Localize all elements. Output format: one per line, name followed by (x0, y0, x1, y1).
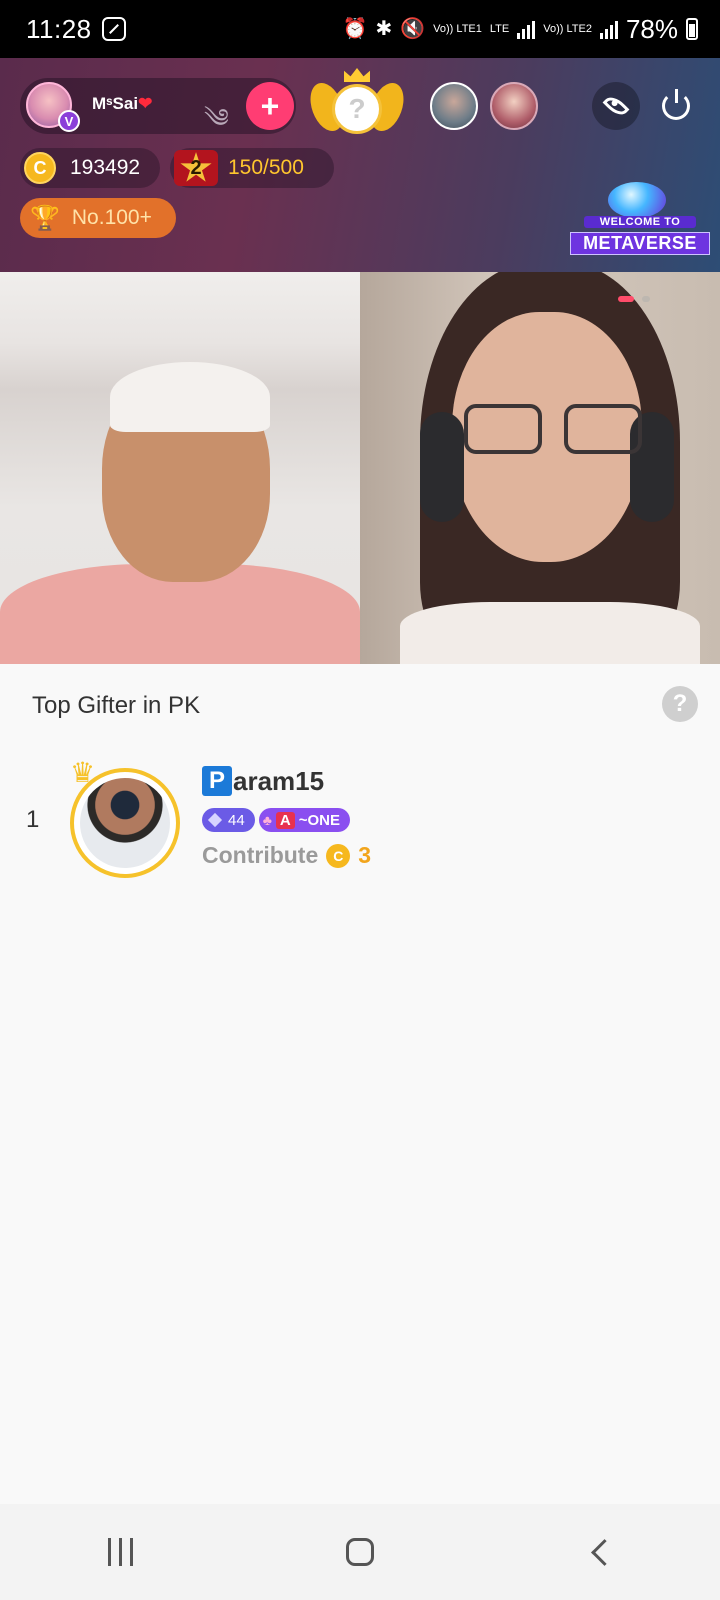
viewers-eye-button[interactable] (592, 82, 640, 130)
metaverse-line1: WELCOME TO (584, 216, 696, 228)
top-gifter-crown[interactable]: ? (304, 68, 410, 142)
viewer-avatar-2[interactable] (490, 82, 538, 130)
live-header: V MˢSai❤ ༄ + ? C 193492 2 150/500 🏆 No.1… (0, 58, 720, 272)
contribute-line: Contribute C 3 (202, 842, 372, 868)
recents-icon (107, 1538, 133, 1566)
person-right-body (400, 602, 700, 664)
battery-percent: 78% (625, 13, 678, 44)
planet-icon (608, 182, 666, 218)
gifter-photo (80, 778, 170, 868)
gifter-rank: 1 (26, 806, 40, 833)
home-icon (346, 1538, 374, 1566)
coin-icon: C (326, 843, 351, 868)
metaverse-line2: METAVERSE (570, 232, 710, 255)
follow-button[interactable]: + (246, 82, 294, 130)
alarm-icon: ⏰ (342, 18, 368, 40)
rank-text: No.100+ (71, 206, 152, 229)
mute-icon: 🔇 (400, 18, 426, 40)
club-icon: ♣ (262, 812, 272, 828)
app-notification-icon (101, 17, 126, 41)
status-time: 11:28 (26, 13, 92, 44)
gifter-row[interactable]: 1 ♛ Param15 44 ♣ A ~ONE Contribute C 3 (0, 757, 720, 880)
star-progress: 150/500 (228, 156, 304, 179)
status-right: ⏰ ✱ 🔇 Vo)) LTE1 LTE Vo)) LTE2 78% (343, 14, 698, 45)
star-task[interactable]: 2 150/500 (170, 148, 334, 188)
star-level-icon: 2 (174, 150, 218, 186)
glasses-icon (464, 404, 644, 456)
lte1-label: Vo)) LTE1 (433, 22, 482, 35)
viewer-avatar-1[interactable] (430, 82, 478, 130)
page-indicator (618, 296, 650, 302)
lte-label: LTE (489, 22, 510, 35)
home-button[interactable] (320, 1522, 400, 1582)
gifter-badges: 44 ♣ A ~ONE (202, 808, 350, 832)
bluetooth-icon: ✱ (375, 18, 393, 40)
metaverse-banner[interactable]: WELCOME TO METAVERSE (570, 182, 710, 255)
battery-icon (686, 18, 698, 40)
eye-icon (602, 92, 630, 120)
person-left-cap (110, 362, 270, 432)
help-icon[interactable]: ? (662, 686, 698, 722)
back-button[interactable] (560, 1522, 640, 1582)
gifter-name: Param15 (202, 766, 324, 797)
system-nav-bar (0, 1504, 720, 1600)
gifter-crown-icon: ♛ (70, 757, 96, 788)
signal-2-icon (599, 19, 618, 39)
lte2-label: Vo)) LTE2 (543, 22, 592, 35)
trophy-icon: 🏆 (30, 204, 60, 232)
coin-count: 193492 (70, 156, 141, 179)
power-icon (662, 89, 690, 120)
gifter-name-initial: P (202, 766, 232, 796)
signal-icon (517, 19, 536, 39)
headphone-left-icon (420, 412, 464, 522)
coin-balance[interactable]: C 193492 (20, 148, 160, 188)
recents-button[interactable] (80, 1522, 160, 1582)
coin-icon: C (24, 152, 56, 184)
exit-button[interactable] (652, 82, 700, 130)
level-badge: 44 (202, 808, 255, 832)
top-gifter-panel: Top Gifter in PK ? 1 ♛ Param15 44 ♣ A ~O… (0, 664, 720, 1504)
video-left-host[interactable] (0, 272, 360, 664)
back-icon (590, 1538, 618, 1566)
status-left: 11:28 (26, 14, 126, 45)
crown-icon (344, 68, 370, 82)
crown-placeholder: ? (332, 84, 382, 134)
status-bar: 11:28 ⏰ ✱ 🔇 Vo)) LTE1 LTE Vo)) LTE2 78% (0, 0, 720, 58)
host-name: MˢSai❤ (92, 94, 153, 113)
verified-badge: V (58, 110, 80, 132)
club-badge: ♣ A ~ONE (258, 808, 350, 832)
video-right-guest[interactable] (360, 272, 720, 664)
diamond-icon (207, 812, 223, 828)
panel-title: Top Gifter in PK (32, 692, 201, 719)
rank-badge[interactable]: 🏆 No.100+ (20, 198, 176, 238)
heart-icon: ❤ (138, 94, 153, 113)
